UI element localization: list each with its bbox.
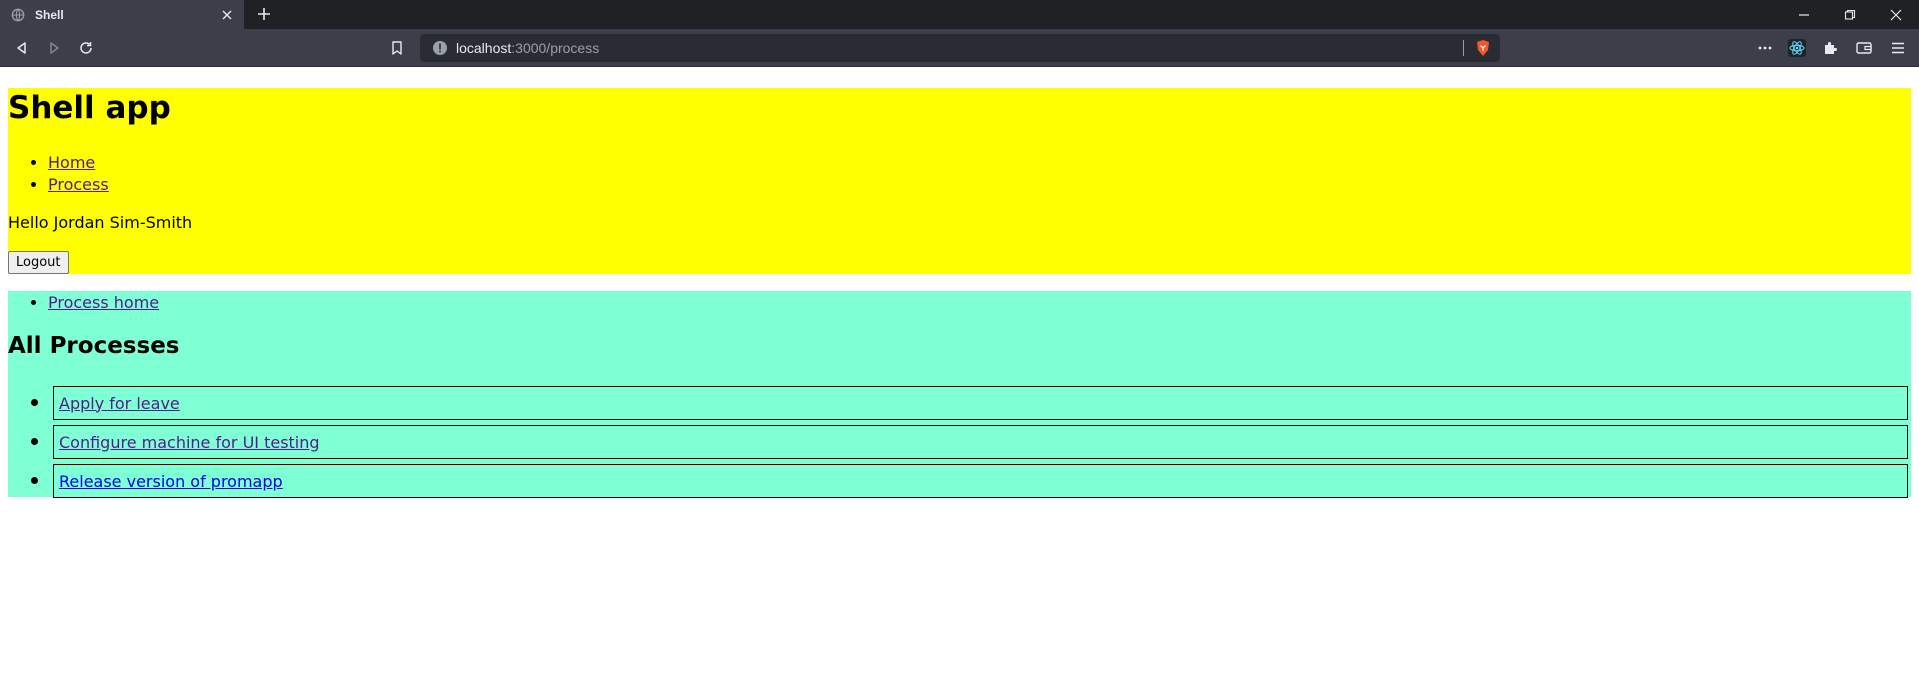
list-bullet (31, 438, 38, 445)
ellipsis-icon (1758, 46, 1772, 50)
close-window-button[interactable] (1873, 0, 1919, 29)
logout-button[interactable]: Logout (8, 251, 69, 274)
wallet-icon (1856, 42, 1872, 54)
puzzle-icon (1825, 42, 1837, 54)
hamburger-icon (1892, 42, 1904, 54)
globe-icon (11, 8, 25, 21)
bookmark-icon (392, 41, 402, 55)
forward-button[interactable] (42, 36, 66, 60)
user-greeting: Hello Jordan Sim-Smith (8, 213, 193, 232)
nav-item-process: Process (48, 174, 109, 196)
more-menu-dots[interactable] (1754, 37, 1776, 59)
back-button[interactable] (10, 36, 34, 60)
process-item: Release version of promapp (31, 464, 1908, 498)
restore-icon (1844, 9, 1856, 20)
page-title: Shell app (8, 90, 171, 126)
react-devtools-button[interactable] (1786, 37, 1808, 59)
browser-tab-strip: Shell (0, 0, 1919, 29)
reload-icon (80, 42, 92, 54)
new-tab-button[interactable] (252, 2, 276, 26)
url-host: localhost (456, 40, 512, 56)
main-nav: Home Process (8, 152, 109, 196)
browser-toolbar: localhost:3000/process (0, 29, 1919, 67)
close-icon (1890, 9, 1902, 20)
process-nav: Process home (8, 292, 159, 314)
section-heading: All Processes (8, 333, 180, 359)
browser-tab[interactable]: Shell (0, 0, 244, 29)
shell-header: Shell app Home Process Hello Jordan Sim-… (8, 88, 1911, 274)
back-arrow-icon (17, 42, 26, 54)
process-item: Apply for leave (31, 386, 1908, 420)
reload-button[interactable] (74, 36, 98, 60)
main-menu-button[interactable] (1887, 37, 1909, 59)
process-link-configure-machine[interactable]: Configure machine for UI testing (59, 433, 320, 452)
list-bullet (31, 477, 38, 484)
brave-shield-icon[interactable] (1474, 39, 1492, 57)
react-icon (1788, 39, 1806, 57)
site-info-icon[interactable] (432, 40, 448, 56)
process-link-release-version[interactable]: Release version of promapp (59, 472, 283, 491)
plus-icon (258, 8, 270, 20)
bookmark-button[interactable] (385, 36, 409, 60)
minimize-icon (1799, 13, 1809, 16)
list-bullet (31, 399, 38, 406)
address-bar[interactable]: localhost:3000/process (420, 34, 1500, 62)
tab-close-icon[interactable] (216, 4, 238, 26)
nav-link-process-home[interactable]: Process home (48, 293, 159, 312)
process-link-apply-for-leave[interactable]: Apply for leave (59, 394, 180, 413)
address-divider (1463, 40, 1464, 56)
extensions-button[interactable] (1819, 37, 1841, 59)
restore-button[interactable] (1827, 0, 1873, 29)
process-panel: Process home All Processes Apply for lea… (8, 291, 1911, 498)
url-path: :3000/process (511, 40, 600, 56)
nav-link-process[interactable]: Process (48, 175, 109, 194)
wallet-button[interactable] (1853, 37, 1875, 59)
tab-title: Shell (35, 7, 64, 22)
forward-arrow-icon (50, 42, 59, 54)
nav-item-home: Home (48, 152, 109, 174)
minimize-button[interactable] (1781, 0, 1827, 29)
nav-item-process-home: Process home (48, 292, 159, 314)
nav-link-home[interactable]: Home (48, 153, 95, 172)
process-item: Configure machine for UI testing (31, 425, 1908, 459)
